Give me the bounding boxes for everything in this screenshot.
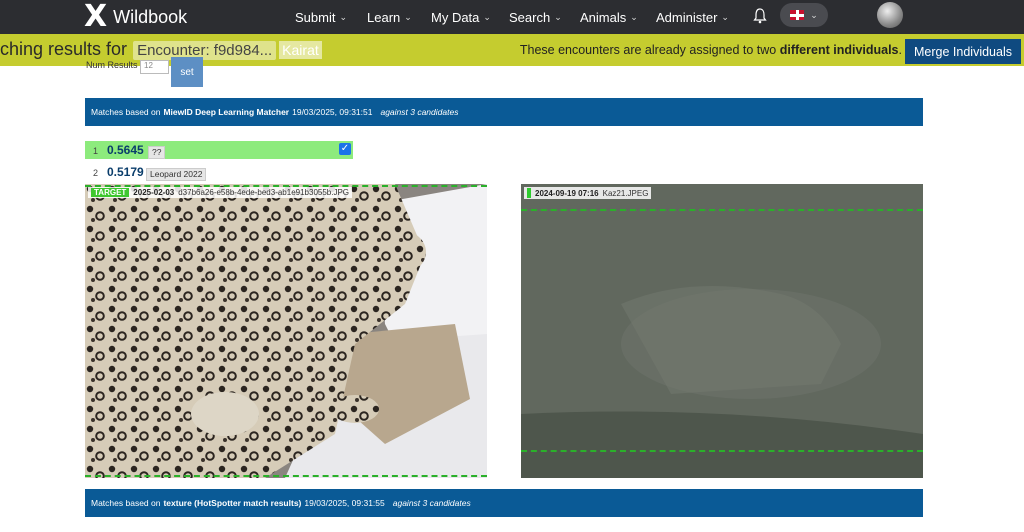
brand-name: Wildbook [113, 6, 188, 27]
candidate-count: against 3 candidates [392, 498, 471, 508]
result-checkbox[interactable]: ✓ [339, 143, 351, 155]
message-suffix: . [898, 43, 902, 57]
image-caption: TARGET 2025-02-03 d37b6a26-e58b-4ede-bed… [88, 187, 353, 198]
result-rank: 2 [93, 168, 99, 178]
bbox-top-edge [521, 209, 923, 211]
candidate-image[interactable]: 2024-09-19 07:16 Kaz21.JPEG [521, 184, 923, 478]
individual-chip[interactable]: Kairat [279, 41, 322, 59]
result-score[interactable]: 0.5645 [107, 143, 144, 157]
banner-message: These encounters are already assigned to… [520, 43, 902, 57]
nav-label: Animals [580, 9, 627, 25]
image-filename[interactable]: d37b6a26-e58b-4ede-bed3-ab1e91b3055b.JPG [178, 188, 349, 197]
chevron-down-icon: ⌄ [404, 11, 412, 22]
set-button[interactable]: set [171, 57, 203, 87]
status-indicator [527, 188, 531, 198]
algorithm-name: MiewID Deep Learning Matcher [163, 107, 290, 117]
target-image[interactable]: TARGET 2025-02-03 d37b6a26-e58b-4ede-bed… [85, 184, 487, 478]
image-caption: 2024-09-19 07:16 Kaz21.JPEG [524, 187, 652, 199]
target-tag: TARGET [91, 188, 130, 197]
individual-label[interactable]: Leopard 2022 [146, 168, 207, 181]
header-prefix: Matches based on [91, 107, 161, 117]
nav-learn[interactable]: Learn ⌄ [367, 0, 412, 34]
candidate-count: against 3 candidates [380, 107, 459, 117]
individual-label[interactable]: ?? [148, 146, 166, 159]
user-avatar[interactable] [877, 2, 903, 28]
chevron-down-icon: ⌄ [339, 11, 348, 22]
image-date: 2025-02-03 [133, 188, 175, 197]
result-score[interactable]: 0.5179 [107, 165, 144, 179]
match-timestamp: 19/03/2025, 09:31:55 [304, 498, 385, 508]
image-filename[interactable]: Kaz21.JPEG [603, 189, 649, 198]
logo-icon: X [84, 0, 108, 34]
top-navbar: X Wildbook Submit ⌄ Learn ⌄ My Data ⌄ Searc… [0, 0, 1024, 34]
banner-title: ching results for Encounter: f9d984... Kai… [0, 39, 322, 60]
algorithm-name: texture (HotSpotter match results) [163, 498, 302, 508]
message-bold: different individuals [779, 43, 899, 57]
num-results-label: Num Results [86, 60, 138, 70]
chevron-down-icon: ⌄ [630, 11, 638, 22]
bbox-bottom-edge [85, 475, 487, 477]
match-section-header: Matches based on MiewID Deep Learning Ma… [85, 98, 923, 126]
chevron-down-icon: ⌄ [721, 11, 729, 22]
wildbook-logo[interactable]: X Wildbook [84, 2, 187, 32]
encounter-chip[interactable]: Encounter: f9d984... [133, 41, 277, 60]
language-selector[interactable]: ⌄ [780, 3, 828, 27]
merge-individuals-button[interactable]: Merge Individuals [905, 39, 1021, 64]
nav-label: Submit [295, 9, 336, 25]
nav-label: Search [509, 9, 551, 25]
chevron-down-icon: ⌄ [554, 11, 562, 22]
header-prefix: Matches based on [91, 498, 161, 508]
nav-animals[interactable]: Animals ⌄ [580, 0, 638, 34]
message-text: These encounters are already assigned to… [519, 43, 780, 57]
nav-search[interactable]: Search ⌄ [509, 0, 562, 34]
num-results-input[interactable]: 12 [140, 60, 169, 74]
nav-administer[interactable]: Administer ⌄ [656, 0, 729, 34]
banner-title-text: ching results for [0, 39, 128, 59]
nav-label: Administer [656, 9, 718, 25]
nav-label: My Data [431, 9, 480, 25]
uk-flag-icon [790, 10, 805, 20]
image-date: 2024-09-19 07:16 [535, 188, 599, 198]
chevron-down-icon: ⌄ [483, 11, 491, 22]
chevron-down-icon: ⌄ [810, 9, 818, 20]
nav-my-data[interactable]: My Data ⌄ [431, 0, 491, 34]
bbox-bottom-edge [521, 450, 923, 452]
match-section-header: Matches based on texture (HotSpotter mat… [85, 489, 923, 517]
nav-label: Learn [367, 9, 401, 25]
nav-submit[interactable]: Submit ⌄ [295, 0, 347, 34]
snow-leopard-photo [85, 184, 487, 478]
result-rank: 1 [93, 146, 99, 156]
candidate-photo [521, 184, 923, 478]
match-timestamp: 19/03/2025, 09:31:51 [292, 107, 373, 117]
notification-bell-icon[interactable] [753, 7, 767, 25]
